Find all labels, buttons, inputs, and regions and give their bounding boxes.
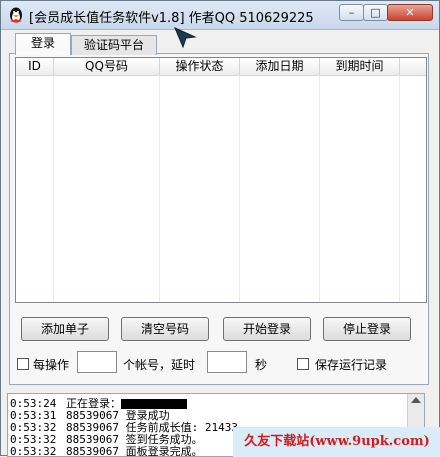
column-divider: [16, 75, 54, 302]
column-divider: [54, 75, 160, 302]
tab-captcha-platform[interactable]: 验证码平台: [71, 35, 157, 55]
add-order-button[interactable]: 添加单子: [21, 317, 109, 341]
scroll-up-icon[interactable]: [411, 397, 421, 403]
log-line: 0:53:32 88539067 面板登录完成。: [10, 445, 203, 457]
stop-login-button[interactable]: 停止登录: [323, 317, 411, 341]
each-op-label: 每操作: [33, 358, 70, 372]
list-header: ID QQ号码 操作状态 添加日期 到期时间: [16, 58, 426, 76]
site-watermark: 久友下载站(www.9upk.com): [233, 427, 440, 457]
close-button[interactable]: ✕: [387, 4, 433, 21]
delay-seconds-input[interactable]: [207, 351, 247, 373]
tab-login[interactable]: 登录: [15, 33, 71, 55]
column-header-expire-time[interactable]: 到期时间: [320, 58, 400, 75]
main-window: [会员成长值任务软件v1.8] 作者QQ 510629225 – □ ✕ 登录 …: [0, 0, 440, 457]
title-bar[interactable]: [会员成长值任务软件v1.8] 作者QQ 510629225 – □ ✕: [1, 1, 439, 30]
app-penguin-icon: [10, 7, 22, 23]
account-list[interactable]: ID QQ号码 操作状态 添加日期 到期时间: [15, 57, 427, 303]
redacted-block: [121, 399, 187, 409]
start-login-button[interactable]: 开始登录: [223, 317, 311, 341]
column-header-qq[interactable]: QQ号码: [54, 58, 160, 75]
save-log-checkbox[interactable]: [297, 358, 309, 370]
column-divider: [160, 75, 240, 302]
account-count-input[interactable]: [77, 351, 117, 373]
column-header-status[interactable]: 操作状态: [160, 58, 240, 75]
column-divider: [240, 75, 320, 302]
per-account-label: 个帐号，延时: [123, 358, 196, 372]
save-log-label: 保存运行记录: [315, 358, 388, 372]
column-header-id[interactable]: ID: [16, 58, 54, 75]
each-op-checkbox[interactable]: [17, 358, 29, 370]
column-header-added-date[interactable]: 添加日期: [240, 58, 320, 75]
window-title: [会员成长值任务软件v1.8] 作者QQ 510629225: [29, 11, 314, 26]
seconds-label: 秒: [255, 358, 268, 372]
clear-numbers-button[interactable]: 清空号码: [121, 317, 209, 341]
mouse-cursor-icon: [174, 27, 197, 49]
maximize-button[interactable]: □: [363, 4, 388, 21]
column-divider: [320, 75, 400, 302]
minimize-button[interactable]: –: [339, 4, 364, 21]
